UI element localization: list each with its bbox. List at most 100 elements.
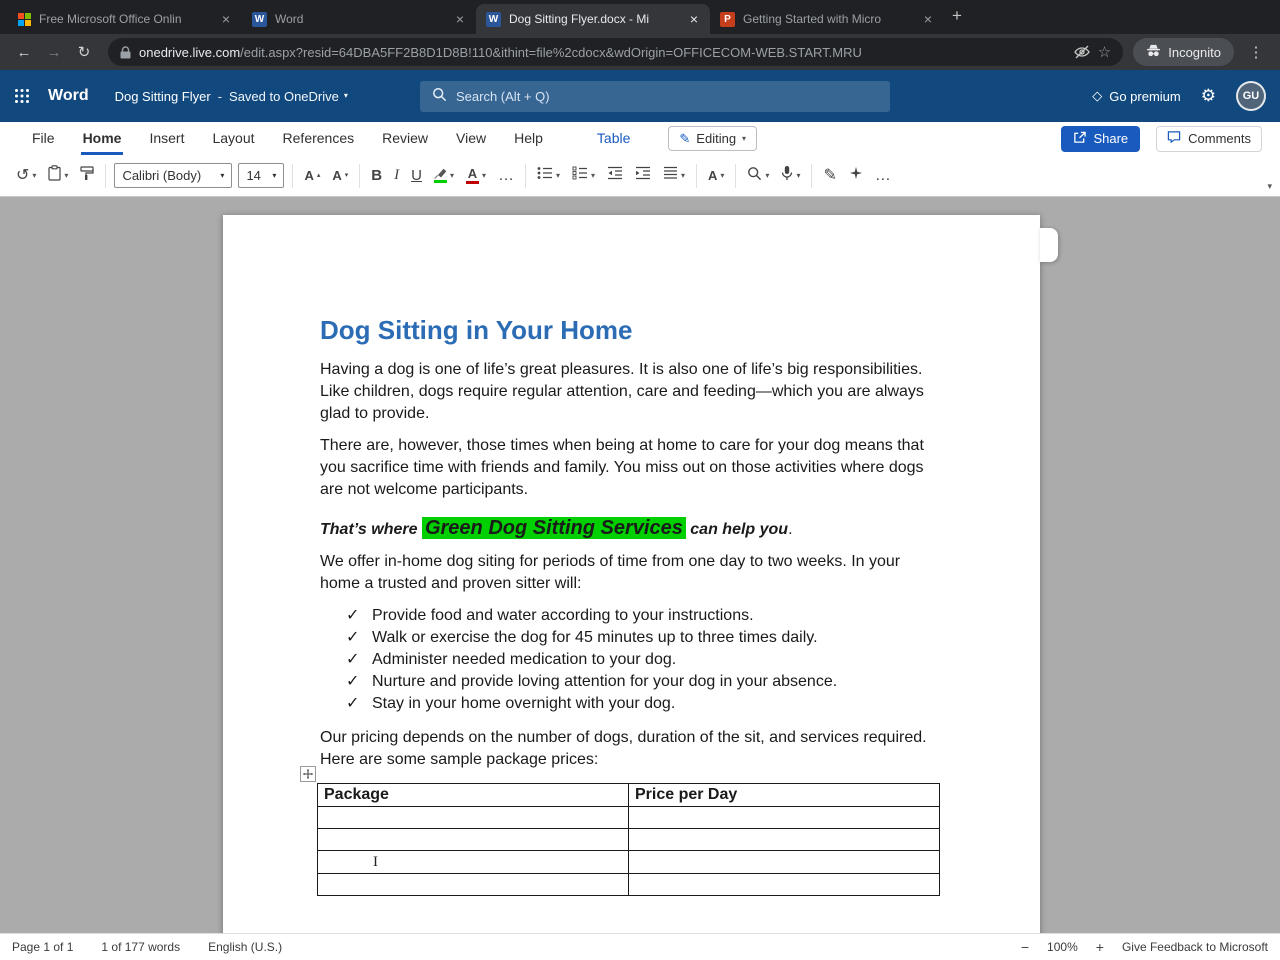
doc-heading[interactable]: Dog Sitting in Your Home [320,315,941,345]
zoom-in-button[interactable]: + [1096,939,1104,955]
table-row[interactable] [317,806,940,829]
account-avatar[interactable]: GU [1236,81,1266,111]
browser-tab-word[interactable]: W Word × [242,4,476,34]
tab-layout[interactable]: Layout [198,122,268,155]
tab-review[interactable]: Review [368,122,442,155]
format-painter-button[interactable] [74,161,100,191]
tab-view[interactable]: View [442,122,500,155]
go-premium-button[interactable]: ◇ Go premium [1092,88,1181,104]
underline-button[interactable]: U [405,161,428,191]
checklist-item[interactable]: ✓ Stay in your home overnight with your d… [346,693,941,715]
find-button[interactable]: ▾ [741,161,775,191]
font-name-select[interactable]: Calibri (Body) ▾ [114,163,233,188]
bold-button[interactable]: B [365,161,388,191]
checklist-item[interactable]: ✓ Provide food and water according to you… [346,605,941,627]
paste-button[interactable]: ▾ [42,161,74,191]
editing-mode-button[interactable]: ✎ Editing ▾ [668,126,758,151]
back-button[interactable]: ← [10,44,38,61]
table-row[interactable]: I [317,850,940,874]
table-row[interactable] [317,828,940,851]
feedback-link[interactable]: Give Feedback to Microsoft [1122,940,1268,954]
checklist-item[interactable]: ✓ Walk or exercise the dog for 45 minutes… [346,627,941,649]
browser-tab-powerpoint[interactable]: P Getting Started with Micro × [710,4,944,34]
collapsed-side-card[interactable] [1040,228,1058,262]
app-name[interactable]: Word [48,87,89,105]
tab-help[interactable]: Help [500,122,557,155]
table-cell[interactable] [317,828,629,851]
decrease-indent-button[interactable] [601,161,629,191]
table-move-handle[interactable] [300,766,316,782]
table-cell[interactable]: I [317,850,629,874]
word-count[interactable]: 1 of 177 words [101,940,180,954]
increase-indent-button[interactable] [629,161,657,191]
zoom-out-button[interactable]: − [1021,939,1029,955]
page-count[interactable]: Page 1 of 1 [12,940,73,954]
table-cell[interactable] [628,828,940,851]
document-page[interactable]: Dog Sitting in Your Home Having a dog is… [223,215,1040,933]
search-input[interactable] [456,89,878,104]
tab-home[interactable]: Home [69,122,136,155]
table-header-row[interactable]: Package Price per Day [317,783,940,807]
forward-button[interactable]: → [40,44,68,61]
search-bar[interactable] [420,81,890,112]
grow-font-button[interactable]: A ▴ [298,161,326,191]
doc-paragraph[interactable]: Having a dog is one of life’s great plea… [320,359,941,425]
doc-callout[interactable]: That’s where Green Dog Sitting Services … [320,517,941,541]
more-font-options-button[interactable]: … [492,161,520,191]
tab-file[interactable]: File [18,122,69,155]
checklist-item[interactable]: ✓ Administer needed medication to your do… [346,649,941,671]
font-size-select[interactable]: 14 ▾ [238,163,285,188]
alignment-button[interactable]: ▾ [657,161,691,191]
doc-paragraph[interactable]: There are, however, those times when bei… [320,435,941,501]
language-indicator[interactable]: English (U.S.) [208,940,282,954]
designer-button[interactable] [843,161,869,191]
tab-references[interactable]: References [269,122,369,155]
save-status-button[interactable]: Saved to OneDrive ▾ [229,89,348,104]
tab-close-icon[interactable]: × [688,12,700,26]
settings-gear-icon[interactable]: ⚙ [1201,86,1216,106]
numbering-button[interactable]: ▾ [566,161,601,191]
table-cell[interactable] [628,873,940,896]
pricing-table[interactable]: Package Price per Day I [317,783,940,896]
bullets-button[interactable]: ▾ [531,161,566,191]
eye-off-icon[interactable] [1074,44,1090,60]
table-cell[interactable] [628,806,940,829]
tab-close-icon[interactable]: × [922,12,934,26]
font-color-button[interactable]: A ▾ [460,161,492,191]
table-cell[interactable] [317,806,629,829]
browser-tab-office-home[interactable]: Free Microsoft Office Onlin × [8,4,242,34]
table-row[interactable] [317,873,940,896]
document-title-header[interactable]: Dog Sitting Flyer [115,89,211,104]
tab-table-contextual[interactable]: Table [583,122,644,155]
zoom-level[interactable]: 100% [1047,940,1078,954]
dictate-button[interactable]: ▾ [775,161,806,191]
more-tools-button[interactable]: … [869,161,897,191]
doc-paragraph[interactable]: We offer in-home dog siting for periods … [320,551,941,595]
browser-menu-icon[interactable]: ⋮ [1242,43,1270,61]
editor-button[interactable]: ✎ [817,161,842,191]
checklist-item[interactable]: ✓ Nurture and provide loving attention fo… [346,671,941,693]
collapse-ribbon-icon[interactable]: ▾ [1267,181,1272,192]
highlight-color-button[interactable]: ▾ [428,161,460,191]
italic-button[interactable]: I [388,161,405,191]
shrink-font-button[interactable]: A ▾ [326,161,354,191]
table-cell[interactable] [628,850,940,874]
undo-button[interactable]: ↺ ▾ [10,161,42,191]
table-cell[interactable] [317,873,629,896]
styles-button[interactable]: A ▾ [702,161,730,191]
app-launcher-icon[interactable] [14,88,30,104]
bookmark-star-icon[interactable]: ☆ [1098,43,1111,61]
comments-button[interactable]: Comments [1156,125,1262,152]
table-header-cell[interactable]: Price per Day [628,783,940,807]
tab-insert[interactable]: Insert [135,122,198,155]
reload-button[interactable]: ↻ [70,43,98,61]
highlighted-text[interactable]: Green Dog Sitting Services [421,517,686,539]
address-bar[interactable]: onedrive.live.com/edit.aspx?resid=64DBA5… [108,38,1124,66]
tab-close-icon[interactable]: × [220,12,232,26]
browser-tab-current-document[interactable]: W Dog Sitting Flyer.docx - Mi × [476,4,710,34]
tab-close-icon[interactable]: × [454,12,466,26]
doc-paragraph[interactable]: Our pricing depends on the number of dog… [320,727,941,771]
new-tab-button[interactable]: + [952,6,962,26]
share-button[interactable]: Share [1061,125,1141,152]
table-header-cell[interactable]: Package [317,783,629,807]
